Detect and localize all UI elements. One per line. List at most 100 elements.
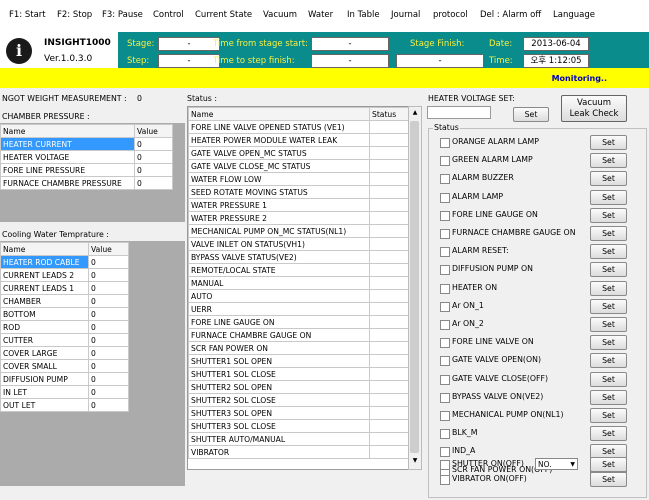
scroll-up-icon[interactable]: ▲ [411, 109, 419, 117]
table-row[interactable]: CHAMBER 0 [0, 294, 129, 308]
control-set-button[interactable]: Set [590, 189, 627, 205]
table-row[interactable]: HEATER CURRENT 0 [0, 137, 173, 151]
shutter-number-select[interactable]: NO. ▼ [535, 458, 578, 470]
control-checkbox[interactable] [440, 429, 450, 440]
control-checkbox[interactable] [440, 192, 450, 203]
control-set-button[interactable]: Set [590, 335, 627, 351]
menu-item[interactable]: Vacuum [263, 10, 297, 20]
menu-item[interactable]: Language [553, 10, 595, 20]
menu-item[interactable]: Control [153, 10, 184, 20]
table-row[interactable]: HEATER VOLTAGE 0 [0, 150, 173, 164]
table-row[interactable]: ROD 0 [0, 320, 129, 334]
table-row[interactable]: IN LET 0 [0, 385, 129, 399]
vacuum-leak-check-button[interactable]: Vacuum Leak Check [561, 95, 627, 122]
control-set-button[interactable]: Set [590, 389, 627, 405]
control-checkbox[interactable] [440, 301, 450, 312]
table-row[interactable]: BOTTOM 0 [0, 307, 129, 321]
control-set-button[interactable]: Set [590, 135, 627, 150]
control-set-button[interactable]: Set [590, 371, 627, 387]
menu-item[interactable]: Current State [195, 10, 252, 20]
heater-voltage-input[interactable] [427, 106, 491, 119]
menu-item[interactable]: Del : Alarm off [480, 10, 541, 20]
scroll-down-icon[interactable]: ▼ [411, 457, 419, 465]
menu-item[interactable]: F1: Start [9, 10, 46, 20]
table-row[interactable]: FORE LINE PRESSURE 0 [0, 163, 173, 177]
status-row[interactable]: FURNACE CHAMBRE GAUGE ON [188, 328, 409, 342]
status-row[interactable]: GATE VALVE OPEN_MC STATUS [188, 146, 409, 160]
vibrator-checkbox[interactable] [440, 475, 450, 485]
control-set-button[interactable]: Set [590, 408, 627, 423]
control-set-button[interactable]: Set [590, 262, 627, 278]
status-row[interactable]: SEED ROTATE MOVING STATUS [188, 185, 409, 199]
status-row[interactable]: UERR [188, 302, 409, 316]
status-row[interactable]: VIBRATOR [188, 445, 409, 459]
status-row[interactable]: FORE LINE VALVE OPENED STATUS (VE1) [188, 120, 409, 134]
status-row[interactable]: SHUTTER1 SOL CLOSE [188, 367, 409, 381]
status-row[interactable]: MANUAL [188, 276, 409, 290]
control-checkbox[interactable] [440, 338, 450, 349]
control-set-button[interactable]: Set [590, 317, 627, 332]
control-checkbox[interactable] [440, 229, 450, 239]
status-row[interactable]: SHUTTER AUTO/MANUAL [188, 432, 409, 446]
control-checkbox[interactable] [440, 392, 450, 403]
status-row[interactable]: VALVE INLET ON STATUS(VH1) [188, 237, 409, 251]
heater-voltage-set-button[interactable]: Set [513, 107, 549, 122]
control-checkbox[interactable] [440, 174, 450, 185]
control-checkbox[interactable] [440, 320, 450, 330]
control-set-button[interactable]: Set [590, 207, 627, 223]
control-checkbox[interactable] [440, 210, 450, 221]
menu-item[interactable]: Water [308, 10, 333, 20]
shutter-set-button[interactable]: Set [590, 457, 627, 472]
status-row[interactable]: SHUTTER2 SOL CLOSE [188, 393, 409, 407]
shutter-checkbox[interactable] [440, 460, 450, 470]
control-checkbox[interactable] [440, 356, 450, 367]
control-set-button[interactable]: Set [590, 244, 627, 260]
menu-item[interactable]: Journal [391, 10, 420, 20]
menu-item[interactable]: F3: Pause [102, 10, 143, 20]
table-row[interactable]: CUTTER 0 [0, 333, 129, 347]
control-checkbox[interactable] [440, 138, 450, 148]
table-row[interactable]: FURNACE CHAMBRE PRESSURE 0 [0, 176, 173, 190]
control-set-button[interactable]: Set [590, 426, 627, 442]
control-checkbox[interactable] [440, 374, 450, 385]
control-set-button[interactable]: Set [590, 226, 627, 241]
status-scrollbar[interactable]: ▲ ▼ [408, 106, 422, 470]
control-checkbox[interactable] [440, 447, 450, 458]
control-checkbox[interactable] [440, 283, 450, 294]
status-row[interactable]: SCR FAN POWER ON [188, 341, 409, 355]
control-checkbox[interactable] [440, 411, 450, 421]
status-row[interactable]: SHUTTER3 SOL CLOSE [188, 419, 409, 433]
status-row[interactable]: AUTO [188, 289, 409, 303]
table-row[interactable]: DIFFUSION PUMP 0 [0, 372, 129, 386]
table-row[interactable]: COVER LARGE 0 [0, 346, 129, 360]
control-set-button[interactable]: Set [590, 298, 627, 314]
table-row[interactable]: CURRENT LEADS 20 [0, 268, 129, 282]
status-row[interactable]: BYPASS VALVE STATUS(VE2) [188, 250, 409, 264]
status-row[interactable]: FORE LINE GAUGE ON [188, 315, 409, 329]
status-list[interactable]: Name Status FORE LINE VALVE OPENED STATUS… [187, 106, 410, 470]
menu-item[interactable]: In Table [347, 10, 380, 20]
table-row[interactable]: HEATER ROD CABLE 0 [0, 255, 129, 269]
control-set-button[interactable]: Set [590, 171, 627, 187]
status-row[interactable]: SHUTTER1 SOL OPEN [188, 354, 409, 368]
status-row[interactable]: WATER PRESSURE 2 [188, 211, 409, 225]
status-row[interactable]: WATER FLOW LOW [188, 172, 409, 186]
status-row[interactable]: WATER PRESSURE 1 [188, 198, 409, 212]
control-checkbox[interactable] [440, 247, 450, 258]
menu-item[interactable]: protocol [433, 10, 468, 20]
control-checkbox[interactable] [440, 265, 450, 276]
control-set-button[interactable]: Set [590, 280, 627, 296]
table-row[interactable]: CURRENT LEADS 10 [0, 281, 129, 295]
status-row[interactable]: MECHANICAL PUMP ON_MC STATUS(NL1) [188, 224, 409, 238]
status-row[interactable]: HEATER POWER MODULE WATER LEAK [188, 133, 409, 147]
status-row[interactable]: SHUTTER2 SOL OPEN [188, 380, 409, 394]
vibrator-set-button[interactable]: Set [590, 472, 627, 487]
scroll-thumb[interactable] [410, 121, 419, 453]
control-checkbox[interactable] [440, 156, 450, 167]
status-row[interactable]: REMOTE/LOCAL STATE [188, 263, 409, 277]
status-row[interactable]: SHUTTER3 SOL OPEN [188, 406, 409, 420]
table-row[interactable]: COVER SMALL 0 [0, 359, 129, 373]
table-row[interactable]: OUT LET 0 [0, 398, 129, 412]
status-row[interactable]: GATE VALVE CLOSE_MC STATUS [188, 159, 409, 173]
menu-item[interactable]: F2: Stop [57, 10, 92, 20]
